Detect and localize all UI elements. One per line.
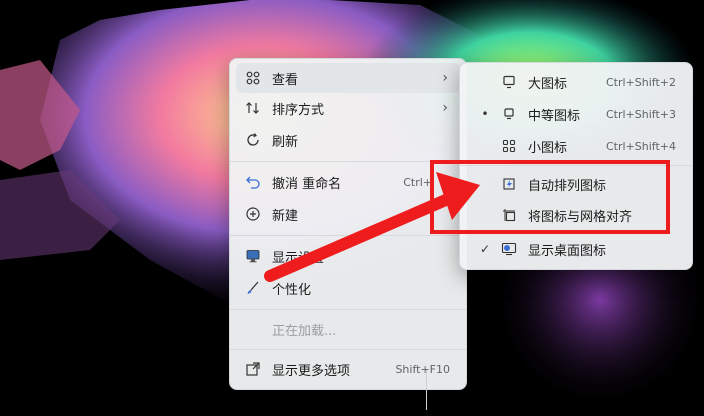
annotation-arrow — [264, 172, 480, 282]
text-cursor — [426, 370, 427, 410]
